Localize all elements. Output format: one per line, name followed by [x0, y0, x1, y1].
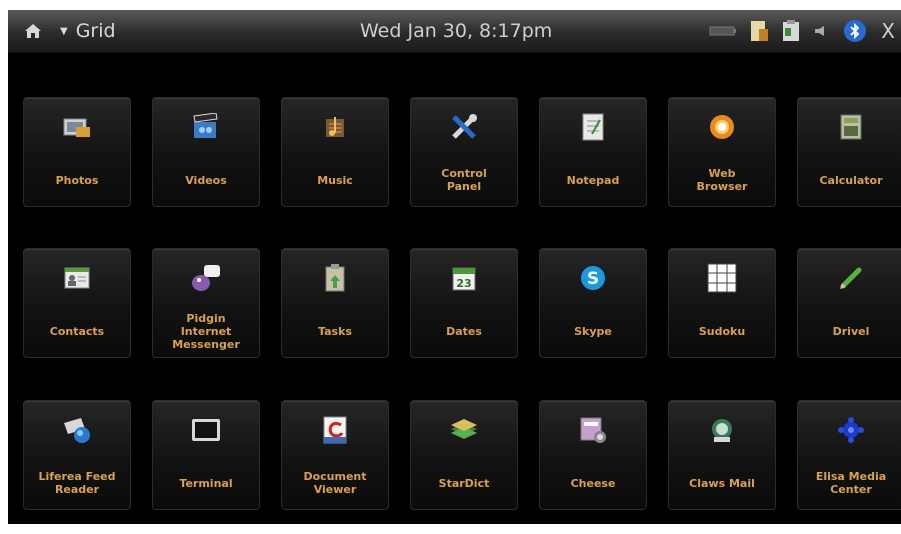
app-tile-elisa-media-center[interactable]: Elisa Media Center	[797, 400, 901, 510]
app-label: Sudoku	[698, 324, 746, 338]
cheese-icon	[580, 417, 606, 443]
app-tile-notepad[interactable]: Notepad	[539, 97, 647, 207]
app-label: Photos	[55, 173, 99, 187]
app-label: Music	[317, 173, 353, 187]
app-tile-contacts[interactable]: Contacts	[23, 248, 131, 358]
app-label: Videos	[185, 173, 227, 187]
app-tile-stardict[interactable]: StarDict	[410, 400, 518, 510]
app-tile-document-viewer[interactable]: Document Viewer	[281, 400, 389, 510]
home-button[interactable]	[22, 10, 44, 52]
app-label: Web Browser	[696, 167, 748, 193]
tools-icon	[452, 114, 477, 139]
app-label: Cheese	[570, 476, 616, 490]
app-label: Elisa Media Center	[815, 470, 887, 496]
app-label: Document Viewer	[303, 470, 367, 496]
bluetooth-icon[interactable]	[843, 19, 867, 43]
battery-icon[interactable]	[709, 25, 737, 37]
home-icon	[25, 24, 41, 38]
document-icon	[323, 416, 347, 444]
skype-icon: S	[581, 266, 605, 290]
app-tile-drivel[interactable]: Drivel	[797, 248, 901, 358]
music-icon	[326, 117, 344, 137]
globe-icon	[710, 115, 734, 139]
app-tile-videos[interactable]: Videos	[152, 97, 260, 207]
app-label: Pidgin Internet Messenger	[172, 311, 240, 351]
calendar-icon: 23	[452, 267, 476, 291]
device-frame: ▼ Grid Wed Jan 30, 8:17pm X Photos Video…	[0, 0, 901, 534]
sudoku-icon	[707, 263, 737, 293]
calendar-icon-day: 23	[456, 277, 471, 290]
app-label: Notepad	[566, 173, 620, 187]
app-label: Claws Mail	[689, 476, 755, 490]
mail-icon	[712, 419, 732, 442]
app-tile-cheese[interactable]: Cheese	[539, 400, 647, 510]
app-label: Dates	[446, 324, 482, 338]
app-tile-tasks[interactable]: Tasks	[281, 248, 389, 358]
photos-icon	[63, 118, 90, 137]
dropdown-arrow-icon: ▼	[60, 25, 68, 37]
app-tile-calculator[interactable]: Calculator	[797, 97, 901, 207]
app-tile-sudoku[interactable]: Sudoku	[668, 248, 776, 358]
app-label: Skype	[574, 324, 612, 338]
tasks-icon	[325, 264, 345, 292]
app-tile-music[interactable]: Music	[281, 97, 389, 207]
books-icon	[451, 419, 477, 439]
app-tile-photos[interactable]: Photos	[23, 97, 131, 207]
app-tile-liferea[interactable]: Liferea Feed Reader	[23, 400, 131, 510]
calculator-icon	[840, 114, 862, 140]
app-label: Control Panel	[441, 167, 487, 193]
videos-icon	[193, 113, 218, 138]
skype-icon-letter: S	[587, 269, 599, 289]
view-menu-label: Grid	[75, 20, 116, 42]
screen: ▼ Grid Wed Jan 30, 8:17pm X Photos Video…	[8, 10, 901, 524]
app-tile-web-browser[interactable]: Web Browser	[668, 97, 776, 207]
app-label: Terminal	[179, 476, 233, 490]
app-tile-control-panel[interactable]: Control Panel	[410, 97, 518, 207]
clock[interactable]: Wed Jan 30, 8:17pm	[360, 10, 552, 52]
close-button[interactable]: X	[881, 19, 895, 43]
feed-icon	[64, 418, 90, 443]
app-tile-pidgin[interactable]: Pidgin Internet Messenger	[152, 248, 260, 358]
terminal-icon	[192, 419, 220, 441]
clipboard-tray-icon[interactable]	[781, 19, 801, 43]
app-label: Tasks	[318, 324, 352, 338]
system-tray: X	[697, 10, 901, 52]
app-tile-terminal[interactable]: Terminal	[152, 400, 260, 510]
view-menu-button[interactable]: ▼ Grid	[60, 10, 116, 52]
notepad-icon	[582, 113, 604, 141]
app-label: Contacts	[49, 324, 105, 338]
volume-icon[interactable]	[813, 25, 831, 37]
pidgin-icon	[192, 265, 220, 291]
top-panel: ▼ Grid Wed Jan 30, 8:17pm X	[8, 10, 901, 53]
app-label: StarDict	[438, 476, 490, 490]
contacts-icon	[64, 267, 90, 289]
app-label: Calculator	[819, 173, 883, 187]
app-label: Liferea Feed Reader	[38, 470, 116, 496]
app-tile-dates[interactable]: 23 Dates	[410, 248, 518, 358]
document-tray-icon[interactable]	[749, 19, 769, 43]
app-tile-skype[interactable]: S Skype	[539, 248, 647, 358]
media-center-icon	[838, 417, 864, 443]
app-tile-claws-mail[interactable]: Claws Mail	[668, 400, 776, 510]
pencil-icon	[840, 267, 862, 289]
app-label: Drivel	[832, 324, 870, 338]
